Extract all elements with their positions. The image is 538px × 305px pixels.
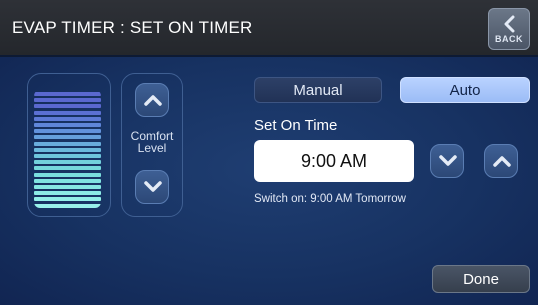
comfort-level-bar — [34, 147, 101, 152]
comfort-level-bar — [34, 166, 101, 171]
comfort-level-bar — [34, 203, 101, 208]
evap-timer-screen: EVAP TIMER : SET ON TIMER BACK Comfort L… — [0, 0, 538, 305]
comfort-level-bar — [34, 141, 101, 146]
manual-mode-button[interactable]: Manual — [254, 77, 382, 103]
comfort-level-bar — [34, 104, 101, 109]
time-increment-button[interactable] — [484, 144, 518, 178]
comfort-level-bar — [34, 172, 101, 177]
comfort-label-line2: Level — [137, 141, 167, 155]
comfort-up-button[interactable] — [135, 83, 169, 117]
comfort-level-bar — [34, 135, 101, 140]
comfort-level-bar — [34, 98, 101, 103]
done-button[interactable]: Done — [432, 265, 530, 293]
comfort-level-bar — [34, 197, 101, 202]
comfort-level-bar — [34, 110, 101, 115]
comfort-level-bar — [34, 92, 101, 96]
switch-on-info: Switch on: 9:00 AM Tomorrow — [254, 193, 406, 205]
chevron-up-icon — [144, 95, 162, 106]
set-on-time-label: Set On Time — [254, 117, 338, 134]
auto-mode-button[interactable]: Auto — [400, 77, 530, 103]
back-label: BACK — [495, 34, 523, 44]
chevron-down-icon — [439, 155, 457, 166]
comfort-down-button[interactable] — [135, 170, 169, 204]
comfort-level-bar — [34, 123, 101, 127]
header-bar: EVAP TIMER : SET ON TIMER BACK — [0, 0, 538, 57]
timer-panel: Comfort Level Manual Auto Set On Time 9:… — [0, 57, 538, 305]
comfort-level-bar — [34, 129, 101, 134]
time-decrement-button[interactable] — [430, 144, 464, 178]
chevron-down-icon — [144, 181, 162, 192]
comfort-level-bar — [34, 191, 101, 196]
on-time-display: 9:00 AM — [254, 140, 414, 182]
back-button[interactable]: BACK — [488, 8, 530, 50]
comfort-level-bar — [34, 116, 101, 121]
comfort-level-label: Comfort Level — [121, 130, 183, 154]
comfort-level-bar — [34, 160, 101, 165]
chevron-up-icon — [493, 156, 511, 167]
comfort-level-gauge — [34, 90, 101, 208]
comfort-level-bar — [34, 154, 101, 158]
comfort-level-bar — [34, 185, 101, 189]
comfort-level-bar — [34, 178, 101, 183]
page-title: EVAP TIMER : SET ON TIMER — [12, 18, 253, 37]
